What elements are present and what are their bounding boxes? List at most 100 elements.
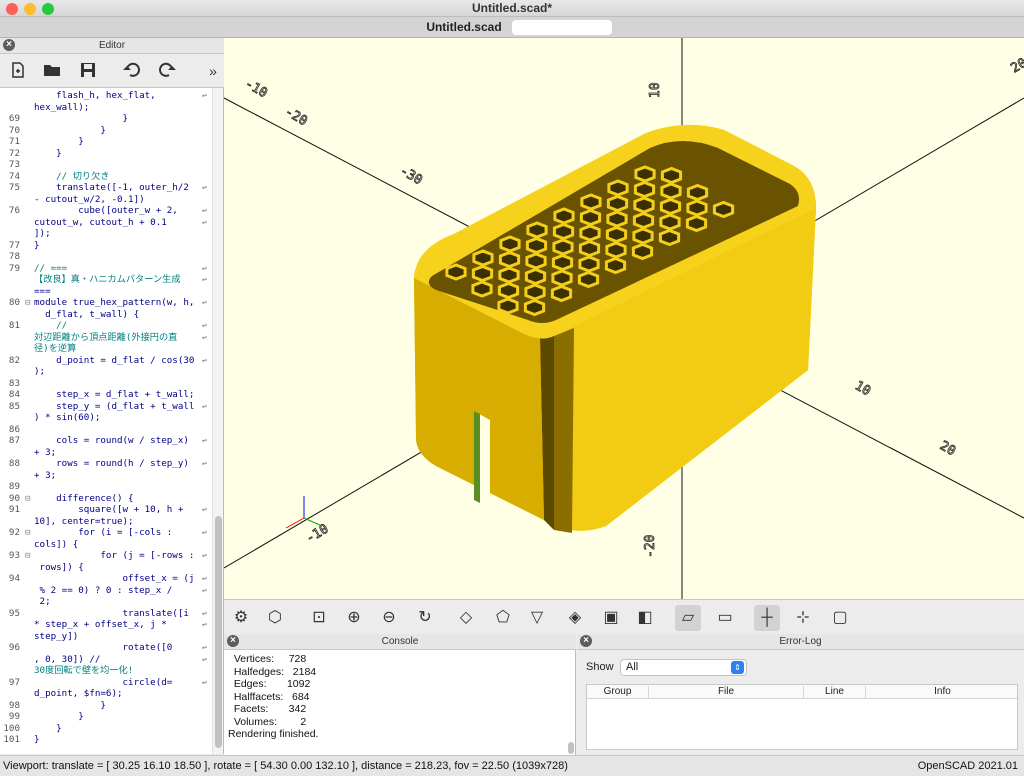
code-text: // 切り欠き — [34, 170, 110, 182]
wrap-marker-icon: ↩ — [202, 263, 207, 273]
hex-cell — [633, 196, 655, 214]
show-axes-icon[interactable]: ┼ — [754, 605, 780, 631]
show-filter-select[interactable]: All ⇕ — [620, 659, 747, 676]
open-folder-icon[interactable] — [42, 61, 62, 81]
view-back-icon[interactable]: ◧ — [632, 605, 658, 631]
wrap-marker-icon: ↩ — [202, 643, 207, 652]
view-top-icon[interactable]: ⬠ — [490, 605, 516, 631]
axis-label: -30 — [397, 163, 425, 188]
code-text: 対辺距離から頂点距離(外接円の直 — [34, 331, 178, 343]
wrap-marker-icon: ↩ — [202, 505, 207, 514]
code-text: translate([-1, outer_h/2 — [34, 182, 189, 193]
column-line[interactable]: Line — [804, 686, 866, 699]
line-number: 76 — [8, 205, 20, 216]
code-text: circle(d= — [34, 676, 173, 688]
console-scroll-thumb[interactable] — [568, 742, 574, 754]
code-editor[interactable]: flash_h, hex_flat, ↩ hex_wall); 69 } 70 } 71 … — [0, 88, 224, 754]
console-line: Edges: 1092 — [228, 678, 311, 690]
fold-toggle-icon[interactable]: ⊟ — [25, 297, 33, 308]
code-text: } — [34, 124, 106, 136]
axis-label: -20 — [282, 104, 310, 129]
code-text: } — [34, 722, 62, 734]
line-number: 88 — [8, 458, 20, 469]
wrap-marker-icon: ↩ — [202, 183, 207, 192]
line-number: 74 — [8, 170, 20, 182]
redo-icon[interactable] — [157, 61, 177, 81]
code-text: } — [34, 699, 106, 711]
line-number: 98 — [8, 699, 20, 711]
hex-cell — [632, 227, 654, 245]
hex-cell — [445, 263, 467, 281]
zoom-in-icon[interactable]: ⊕ — [341, 605, 367, 631]
zoom-all-icon[interactable]: ⊡ — [306, 605, 332, 631]
code-text: rotate([0 — [34, 642, 173, 653]
more-icon[interactable]: » — [203, 61, 223, 81]
code-text: } — [34, 113, 129, 124]
code-text: ]); — [34, 228, 51, 239]
tab-placeholder[interactable] — [512, 20, 612, 35]
column-group[interactable]: Group — [587, 686, 649, 699]
wrap-marker-icon: ↩ — [202, 551, 207, 560]
wrap-marker-icon: ↩ — [202, 401, 207, 411]
wrap-marker-icon: ↩ — [202, 459, 207, 468]
render-icon[interactable]: ⬡ — [262, 605, 288, 631]
3d-viewport[interactable]: -10 -20 -30 10 20 10 20 -10 -20 — [224, 38, 1024, 599]
line-number: 90 — [8, 492, 20, 504]
window-titlebar: Untitled.scad* — [0, 0, 1024, 17]
editor-toolbar: » — [0, 54, 224, 88]
zoom-out-icon[interactable]: ⊖ — [376, 605, 402, 631]
column-info[interactable]: Info — [866, 686, 1019, 699]
code-text: 2; — [34, 596, 51, 607]
render-preview-icon[interactable]: ⚙ — [228, 605, 254, 631]
orthogonal-icon[interactable]: ▭ — [712, 605, 738, 631]
tab-untitled-scad[interactable]: Untitled.scad — [420, 18, 508, 37]
editor-scrollbar[interactable] — [212, 88, 223, 754]
code-text: 【改良】真・ハニカムパターン生成 — [34, 274, 181, 285]
wrap-marker-icon: ↩ — [202, 298, 207, 307]
axis-label: 20 — [937, 438, 958, 459]
perspective-icon[interactable]: ▱ — [675, 605, 701, 631]
code-text: cube([outer_w + 2, — [34, 205, 178, 216]
axis-label: -20 — [643, 535, 658, 558]
line-number: 77 — [8, 239, 20, 251]
view-right-icon[interactable]: ◇ — [453, 605, 479, 631]
code-text: } — [34, 136, 84, 147]
fold-toggle-icon[interactable]: ⊟ — [25, 493, 33, 504]
view-left-icon[interactable]: ◈ — [562, 605, 588, 631]
wrap-marker-icon: ↩ — [202, 206, 207, 215]
save-icon[interactable] — [78, 61, 98, 81]
view-front-icon[interactable]: ▣ — [598, 605, 624, 631]
editor-panel-header: × Editor — [0, 38, 224, 54]
editor-scroll-thumb[interactable] — [215, 516, 222, 748]
reset-view-icon[interactable]: ↻ — [412, 605, 438, 631]
viewport-status: Viewport: translate = [ 30.25 16.10 18.5… — [3, 760, 568, 772]
code-text: 10], center=true); — [34, 515, 134, 527]
view-bottom-icon[interactable]: ▽ — [524, 605, 550, 631]
error-log-panel: × Error-Log Show All ⇕ Group File Line I… — [577, 634, 1024, 755]
line-number: 80 — [8, 297, 20, 308]
code-text: + 3; — [34, 446, 57, 458]
error-log-table[interactable]: Group File Line Info — [586, 684, 1018, 750]
console-line: Facets: 342 — [228, 703, 307, 715]
column-file[interactable]: File — [649, 686, 804, 699]
console-line: Vertices: 728 — [228, 653, 307, 665]
code-text: cols = round(w / step_x) — [34, 435, 189, 446]
view-toolbar: ⚙ ⬡ ⊡ ⊕ ⊖ ↻ ◇ ⬠ ▽ ◈ ▣ ◧ ▱ ▭ ┼ ⊹ ▢ — [224, 599, 1024, 634]
hex-cell — [497, 297, 519, 315]
window-title: Untitled.scad* — [471, 1, 552, 15]
show-label: Show — [586, 661, 614, 673]
fold-toggle-icon[interactable]: ⊟ — [25, 550, 33, 561]
axis-label: 10 — [648, 82, 663, 98]
code-text: === — [34, 285, 51, 297]
show-scale-markers-icon[interactable]: ⊹ — [790, 605, 816, 631]
fold-toggle-icon[interactable]: ⊟ — [25, 527, 33, 538]
line-number: 91 — [8, 504, 20, 515]
undo-icon[interactable] — [122, 61, 142, 81]
code-text: d_point = d_flat / cos(30 — [34, 354, 195, 366]
line-number: 70 — [8, 124, 20, 136]
show-edges-icon[interactable]: ▢ — [827, 605, 853, 631]
console-panel: × Console Vertices: 728 Halfedges: 2184 … — [224, 634, 576, 755]
new-file-icon[interactable] — [8, 61, 28, 81]
hex-cell — [524, 283, 546, 301]
line-number: 72 — [8, 147, 20, 159]
